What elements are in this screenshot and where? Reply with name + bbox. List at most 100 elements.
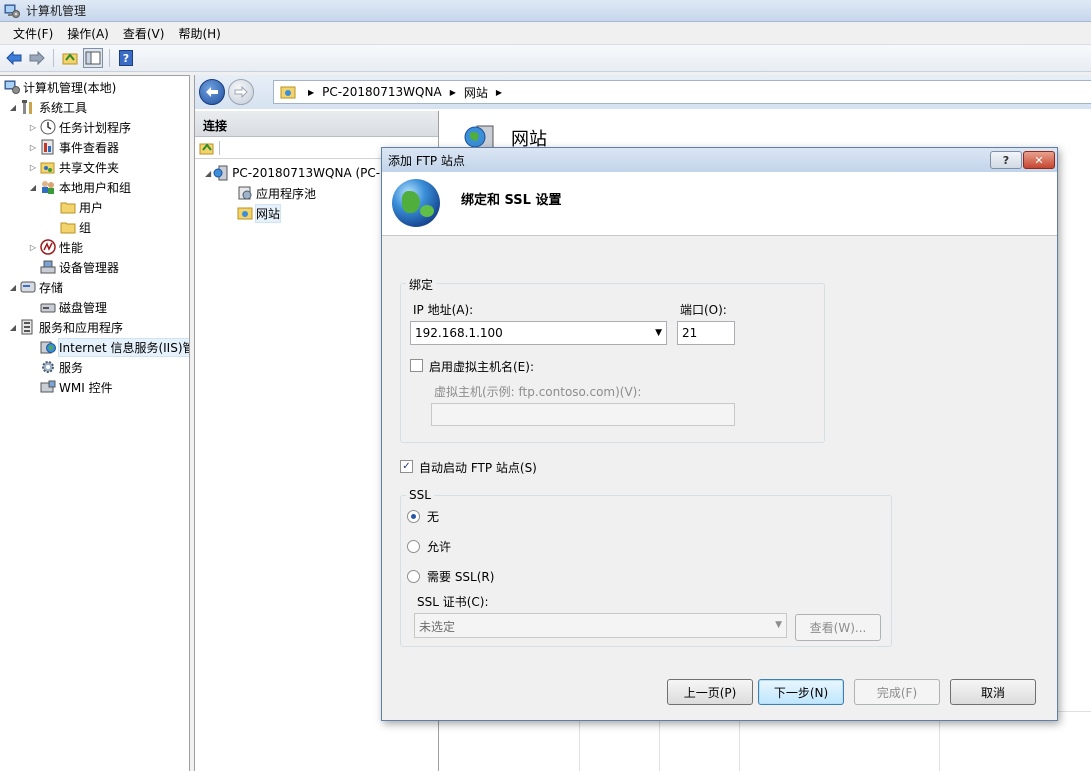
forward-button[interactable] [228, 79, 254, 105]
help-icon[interactable]: ? [116, 48, 136, 68]
sites-icon [237, 205, 253, 221]
toolbar-separator [53, 49, 54, 67]
ssl-allow-label[interactable]: 允许 [427, 538, 451, 555]
expanded-arrow-icon[interactable]: ◢ [205, 169, 211, 178]
tree-item-groups[interactable]: 组 [58, 217, 91, 237]
tree-item-wmi[interactable]: WMI 控件 [38, 377, 113, 397]
expanded-arrow-icon[interactable]: ◢ [8, 103, 18, 112]
window-titlebar: 计算机管理 [0, 0, 1091, 22]
tree-item-services-apps[interactable]: ◢ 服务和应用程序 [8, 317, 123, 337]
ssl-require-label[interactable]: 需要 SSL(R) [427, 568, 494, 585]
virtual-host-input[interactable] [431, 403, 735, 426]
prev-button[interactable]: 上一页(P) [667, 679, 753, 705]
tree-item-storage[interactable]: ◢ 存储 [8, 277, 63, 297]
dialog-close-button[interactable]: ✕ [1023, 151, 1055, 169]
port-input[interactable]: 21 [677, 321, 735, 345]
dialog-heading: 绑定和 SSL 设置 [461, 193, 562, 208]
tree-item-device-manager[interactable]: 设备管理器 [38, 257, 119, 277]
collapsed-arrow-icon[interactable]: ▷ [28, 143, 38, 152]
dropdown-arrow-icon[interactable]: ▼ [655, 328, 662, 338]
conn-item-server[interactable]: ◢ PC-20180713WQNA (PC- [205, 163, 380, 183]
tree-item-label: 设备管理器 [59, 260, 120, 275]
ip-address-label: IP 地址(A): [413, 303, 474, 317]
disk-icon [40, 299, 56, 315]
tree-item-disk-management[interactable]: 磁盘管理 [38, 297, 107, 317]
next-button[interactable]: 下一步(N) [758, 679, 844, 705]
up-folder-icon[interactable] [60, 48, 80, 68]
ssl-none-radio[interactable] [407, 510, 420, 523]
virtual-host-checkbox[interactable] [410, 359, 423, 372]
dialog-header: 绑定和 SSL 设置 [382, 172, 1057, 236]
finish-button[interactable]: 完成(F) [854, 679, 940, 705]
expanded-arrow-icon[interactable]: ◢ [8, 323, 18, 332]
tree-item-performance[interactable]: ▷ 性能 [28, 237, 83, 257]
conn-item-label: PC-20180713WQNA (PC- [232, 166, 381, 180]
auto-start-label[interactable]: 自动启动 FTP 站点(S) [419, 459, 537, 476]
show-hide-tree-icon[interactable] [83, 48, 103, 68]
ssl-require-radio[interactable] [407, 570, 420, 583]
add-ftp-site-dialog: 添加 FTP 站点 ? ✕ 绑定和 SSL 设置 绑定 IP 地址(A): 19… [381, 147, 1058, 721]
dialog-help-button[interactable]: ? [990, 151, 1022, 169]
tree-item-system-tools[interactable]: ◢ 系统工具 [8, 97, 87, 117]
tree-item-label: 磁盘管理 [59, 300, 108, 315]
ssl-legend: SSL [406, 488, 434, 502]
ssl-cert-combo[interactable]: 未选定 ▼ [414, 613, 787, 638]
ip-address-combo[interactable]: 192.168.1.100 ▼ [410, 321, 667, 345]
expanded-arrow-icon[interactable]: ◢ [28, 183, 38, 192]
menu-view[interactable]: 查看(V) [116, 23, 172, 44]
breadcrumb-computer[interactable]: PC-20180713WQNA [322, 85, 442, 99]
collapsed-arrow-icon[interactable]: ▷ [28, 243, 38, 252]
menu-help[interactable]: 帮助(H) [171, 23, 227, 44]
menu-file[interactable]: 文件(F) [6, 23, 60, 44]
tree-item-services[interactable]: 服务 [38, 357, 83, 377]
tools-icon [20, 99, 36, 115]
binding-legend: 绑定 [406, 276, 437, 293]
tree-item-users[interactable]: 用户 [58, 197, 103, 217]
tree-item-label: 事件查看器 [59, 140, 120, 155]
clock-icon [40, 119, 56, 135]
breadcrumb-sites[interactable]: 网站 [464, 84, 488, 101]
conn-item-app-pools[interactable]: 应用程序池 [237, 183, 316, 203]
menu-action[interactable]: 操作(A) [60, 23, 116, 44]
app-pool-icon [237, 185, 253, 201]
device-manager-icon [40, 259, 56, 275]
tree-item-label: 用户 [79, 200, 104, 215]
expanded-arrow-icon[interactable]: ◢ [8, 283, 18, 292]
forward-arrow-icon[interactable] [27, 48, 47, 68]
cancel-button[interactable]: 取消 [950, 679, 1036, 705]
chevron-right-icon: ▶ [449, 87, 456, 97]
event-viewer-icon [40, 139, 56, 155]
breadcrumb[interactable]: ▶ PC-20180713WQNA ▶ 网站 ▶ [273, 80, 1091, 104]
tree-item-label: 组 [79, 220, 92, 235]
back-arrow-icon[interactable] [4, 48, 24, 68]
port-value: 21 [682, 326, 698, 340]
conn-item-label: 应用程序池 [256, 186, 317, 201]
ssl-none-label[interactable]: 无 [427, 508, 439, 525]
tree-item-iis[interactable]: Internet 信息服务(IIS)管 [38, 337, 189, 357]
virtual-host-label: 虚拟主机(示例: ftp.contoso.com)(V): [434, 385, 642, 399]
tree-item-event-viewer[interactable]: ▷ 事件查看器 [28, 137, 119, 157]
tree-item-label: WMI 控件 [59, 380, 113, 395]
virtual-host-checkbox-label[interactable]: 启用虚拟主机名(E): [429, 358, 534, 375]
collapsed-arrow-icon[interactable]: ▷ [28, 163, 38, 172]
tree-item-local-users[interactable]: ◢ 本地用户和组 [28, 177, 131, 197]
tree-item-label: 性能 [59, 240, 84, 255]
auto-start-checkbox[interactable]: ✓ [400, 460, 413, 473]
main-toolbar: ? [0, 44, 1091, 72]
tree-item-label: 本地用户和组 [59, 180, 132, 195]
view-cert-button[interactable]: 查看(W)... [795, 614, 881, 641]
connect-icon[interactable] [199, 140, 215, 156]
tree-item-shared-folders[interactable]: ▷ 共享文件夹 [28, 157, 119, 177]
window-title: 计算机管理 [26, 4, 87, 18]
back-button[interactable] [199, 79, 225, 105]
tree-root[interactable]: 计算机管理(本地) [2, 77, 116, 97]
dialog-titlebar[interactable]: 添加 FTP 站点 ? ✕ [382, 148, 1057, 172]
ssl-allow-radio[interactable] [407, 540, 420, 553]
conn-item-sites[interactable]: 网站 [237, 203, 282, 223]
console-tree[interactable]: 计算机管理(本地) ◢ 系统工具 ▷ 任务计划程序 ▷ 事件查看器 ▷ 共享文件… [0, 75, 190, 771]
collapsed-arrow-icon[interactable]: ▷ [28, 123, 38, 132]
tree-item-task-scheduler[interactable]: ▷ 任务计划程序 [28, 117, 131, 137]
iis-address-bar: ▶ PC-20180713WQNA ▶ 网站 ▶ [195, 75, 1091, 109]
dropdown-arrow-icon[interactable]: ▼ [775, 620, 782, 630]
chevron-right-icon: ▶ [495, 87, 503, 97]
